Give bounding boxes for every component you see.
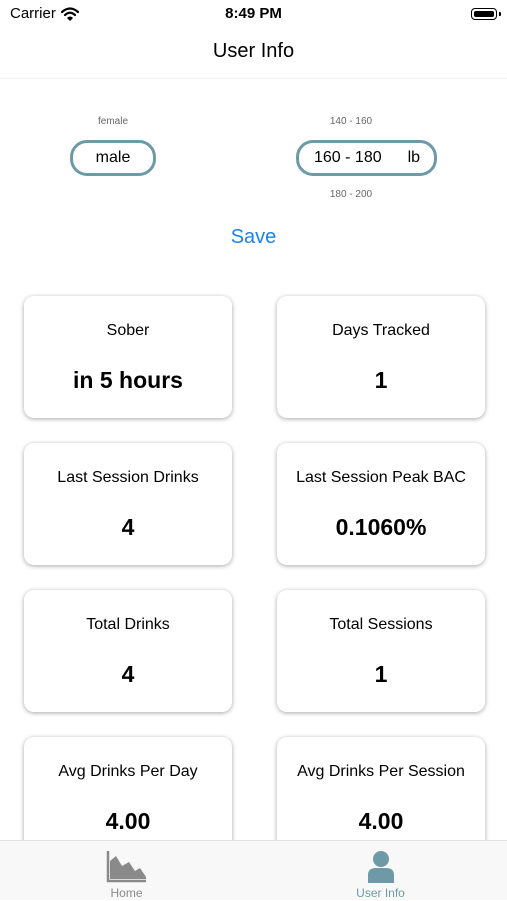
stat-card-total-sessions: Total Sessions 1: [277, 590, 485, 712]
stat-label: Total Sessions: [329, 616, 433, 633]
tab-home[interactable]: Home: [0, 841, 253, 901]
save-button[interactable]: Save: [0, 226, 507, 249]
tab-user-info-label: User Info: [356, 886, 405, 900]
gender-selected[interactable]: male: [70, 140, 156, 176]
battery-icon: [471, 8, 501, 20]
stat-value: 4.00: [105, 808, 151, 834]
weight-option-above[interactable]: 140 - 160: [296, 116, 406, 127]
tab-bar: Home User Info: [0, 840, 507, 900]
stat-card-last-session-drinks: Last Session Drinks 4: [24, 443, 232, 565]
tab-home-label: Home: [110, 886, 143, 900]
status-bar: Carrier 8:49 PM: [0, 0, 507, 30]
stat-card-total-drinks: Total Drinks 4: [24, 590, 232, 712]
stat-card-sober: Sober in 5 hours: [24, 296, 232, 418]
stat-label: Total Drinks: [86, 616, 170, 633]
header-divider: [0, 78, 507, 79]
stat-value: 4: [121, 514, 135, 540]
weight-option-below[interactable]: 180 - 200: [296, 189, 406, 200]
gender-selected-label: male: [95, 149, 131, 166]
stat-card-days-tracked: Days Tracked 1: [277, 296, 485, 418]
area-chart-icon: [106, 851, 146, 883]
stat-value: 1: [374, 661, 388, 687]
stat-value: in 5 hours: [73, 367, 183, 393]
weight-unit-label: lb: [407, 149, 421, 166]
weight-selected[interactable]: 160 - 180 lb: [296, 140, 437, 176]
gender-option-above[interactable]: female: [70, 116, 156, 127]
stat-label: Avg Drinks Per Session: [297, 763, 465, 780]
stat-label: Last Session Drinks: [57, 469, 199, 486]
weight-selected-label: 160 - 180: [314, 149, 382, 166]
user-icon: [368, 851, 394, 883]
stat-label: Avg Drinks Per Day: [58, 763, 198, 780]
stat-value: 0.1060%: [335, 514, 427, 540]
tab-user-info[interactable]: User Info: [254, 841, 507, 901]
stat-value: 1: [374, 367, 388, 393]
page-title: User Info: [212, 40, 295, 62]
stat-label: Last Session Peak BAC: [296, 469, 466, 486]
stat-card-last-session-peak-bac: Last Session Peak BAC 0.1060%: [277, 443, 485, 565]
stat-value: 4.00: [358, 808, 404, 834]
stat-label: Days Tracked: [332, 322, 430, 339]
status-time: 8:49 PM: [225, 5, 282, 22]
stat-label: Sober: [106, 322, 150, 339]
stat-value: 4: [121, 661, 135, 687]
